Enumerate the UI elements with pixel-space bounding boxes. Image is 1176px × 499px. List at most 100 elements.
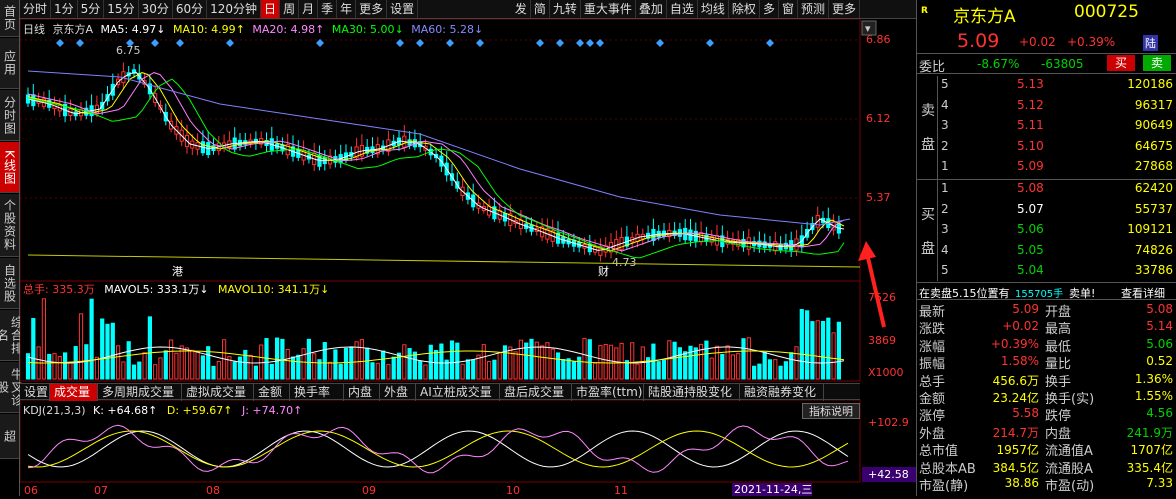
sidebar-tab-3[interactable]: K线图: [0, 142, 19, 193]
sidebar-tab-0[interactable]: 首页: [0, 0, 19, 37]
chart-area[interactable]: 6.86 6.12 5.37 7526 3869 X1000 +102.9 +42.58 6.7…: [19, 18, 920, 497]
volume-bar: [248, 354, 253, 380]
stat-value: +0.39%: [990, 336, 1039, 351]
toolbar-tool-0[interactable]: 发: [512, 0, 531, 18]
volume-bar: [805, 310, 810, 380]
toolbar-period-5[interactable]: 60分: [173, 0, 208, 18]
period-label: 日线: [23, 23, 45, 36]
volume-bar: [582, 337, 587, 380]
volume-bar: [492, 359, 497, 380]
stat-value: 384.5亿: [992, 460, 1039, 475]
toolbar-period-7[interactable]: 日: [261, 0, 281, 18]
toolbar-period-11[interactable]: 年: [337, 0, 357, 18]
indicator-tab-10[interactable]: 市盈率(ttm): [572, 384, 644, 401]
ma10-label: MA10: 4.99: [172, 23, 236, 36]
order-book: 卖盘买盘 5 5.13 120186 4 5.12 96317 3 5.11 90649 2 5.10…: [917, 76, 1176, 282]
volume-bar: [253, 365, 259, 380]
toolbar-tool-6[interactable]: 均线: [698, 0, 729, 18]
stat-label: 跌停: [1045, 409, 1072, 425]
toolbar-period-3[interactable]: 15分: [104, 0, 139, 18]
indicator-tab-0[interactable]: 设置: [20, 384, 50, 401]
high-price-label: 6.75: [116, 44, 141, 57]
indicator-tab-7[interactable]: 外盘: [380, 384, 416, 401]
sidebar-tab-7[interactable]: 牛叉诊股: [0, 362, 24, 413]
toolbar-period-13[interactable]: 设置: [387, 0, 419, 18]
toolbar-period-0[interactable]: 分时: [20, 0, 52, 18]
kline-chart[interactable]: 6.866.125.3775263869X1000+102.9+42.586.7…: [19, 18, 920, 497]
date-badge-label: 2021-11-24,三: [734, 483, 812, 496]
toolbar-tool-5[interactable]: 自选: [667, 0, 698, 18]
order-alert-text: 在卖盘5.15位置有: [919, 287, 1010, 300]
volume-axis-label: X1000: [868, 366, 904, 379]
sell-volume-5: 120186: [1127, 77, 1173, 91]
toolbar-period-1[interactable]: 1分: [51, 0, 78, 18]
sell-side-label: 卖: [921, 103, 935, 119]
sell-level-4: 4: [941, 97, 949, 112]
stat-label: 最低: [1045, 339, 1072, 355]
indicator-tab-4[interactable]: 金额: [254, 384, 290, 401]
volume-bar: [269, 363, 274, 380]
indicator-help-button[interactable]: 指标说明: [802, 403, 860, 419]
stat-label: 量比: [1045, 357, 1072, 373]
toolbar-tool-2[interactable]: 九转: [550, 0, 581, 18]
volume-bar: [190, 349, 195, 380]
toolbar-tool-10[interactable]: 预测: [798, 0, 829, 18]
buy-button[interactable]: 买: [1107, 55, 1136, 71]
toolbar-tool-9[interactable]: 窗: [779, 0, 798, 18]
volume-bar: [386, 364, 391, 380]
volume-bar: [550, 348, 555, 380]
toolbar-period-8[interactable]: 周: [280, 0, 300, 18]
period-toolbar: 分时 1分 5分 15分 30分 60分 120分钟日周月季年更多 设置: [20, 0, 419, 18]
volume-bar: [725, 345, 730, 380]
volume-bar: [545, 342, 550, 380]
toolbar-tool-1[interactable]: 简: [531, 0, 550, 18]
toolbar-tool-4[interactable]: 叠加: [636, 0, 667, 18]
toolbar-tool-7[interactable]: 除权: [729, 0, 760, 18]
stat-label: 开盘: [1045, 305, 1072, 320]
sidebar-tab-6[interactable]: 综合排名: [0, 310, 24, 361]
sell-level-2: 2: [941, 138, 949, 153]
month-label: 06: [24, 484, 38, 496]
indicator-tab-2[interactable]: 多周期成交量: [98, 384, 182, 401]
toolbar-tool-11[interactable]: 更多: [829, 0, 860, 18]
indicator-tab-8[interactable]: AI立桩成交量: [416, 384, 500, 401]
buy-volume-5: 33786: [1134, 263, 1173, 277]
volume-bar: [656, 361, 661, 380]
indicator-tab-9[interactable]: 盘后成交量: [500, 384, 572, 401]
kdj-k-label: K: +64.68: [93, 404, 149, 417]
sidebar-tab-2[interactable]: 分时图: [0, 90, 19, 141]
toolbar-period-4[interactable]: 30分: [139, 0, 173, 18]
volume-bar: [831, 332, 836, 380]
order-alert-detail-link[interactable]: 查看详细: [1121, 285, 1165, 301]
volume-bar: [47, 353, 52, 380]
stats-table: 最新 5.09 开盘 5.08 涨跌 +0.02 最高 5.14 涨幅 +0.39% 最低 5.06 振…: [917, 301, 1176, 496]
stat-label: 内盘: [1045, 426, 1072, 442]
sidebar-tab-5[interactable]: 自选股: [0, 258, 19, 309]
indicator-tab-1[interactable]: 成交量: [50, 384, 98, 401]
sidebar-tab-1[interactable]: 应用: [0, 38, 19, 89]
stock-code: 000725: [1074, 2, 1139, 22]
sidebar-tab-8[interactable]: 超: [0, 414, 19, 459]
toolbar-tool-8[interactable]: 多: [760, 0, 779, 18]
toolbar-period-2[interactable]: 5分: [78, 0, 105, 18]
indicator-tab-5[interactable]: 换手率: [290, 384, 344, 401]
sidebar-tab-4[interactable]: 个股资料: [0, 194, 19, 257]
buy-volume-4: 74826: [1134, 242, 1173, 257]
stat-label: 流通值A: [1045, 444, 1093, 460]
toolbar-period-10[interactable]: 季: [318, 0, 338, 18]
toolbar-period-9[interactable]: 月: [299, 0, 319, 18]
sh-connect-badge: 陆: [1143, 35, 1158, 51]
sell-button[interactable]: 卖: [1143, 55, 1172, 71]
volume-bar: [285, 348, 290, 380]
indicator-tab-11[interactable]: 陆股通持股变化: [644, 384, 740, 401]
sell-level-1: 1: [941, 159, 949, 173]
toolbar-period-12[interactable]: 更多: [356, 0, 388, 18]
stat-label: 总市值: [919, 444, 959, 460]
sell-price-1: 5.09: [1017, 159, 1044, 173]
volume-bar: [349, 346, 354, 380]
toolbar-tool-3[interactable]: 重大事件: [581, 0, 636, 18]
indicator-tab-3[interactable]: 虚拟成交量: [182, 384, 254, 401]
indicator-tab-12[interactable]: 融资融券变化: [740, 384, 824, 401]
toolbar-period-6[interactable]: 120分钟: [207, 0, 262, 18]
indicator-tab-6[interactable]: 内盘: [344, 384, 380, 401]
